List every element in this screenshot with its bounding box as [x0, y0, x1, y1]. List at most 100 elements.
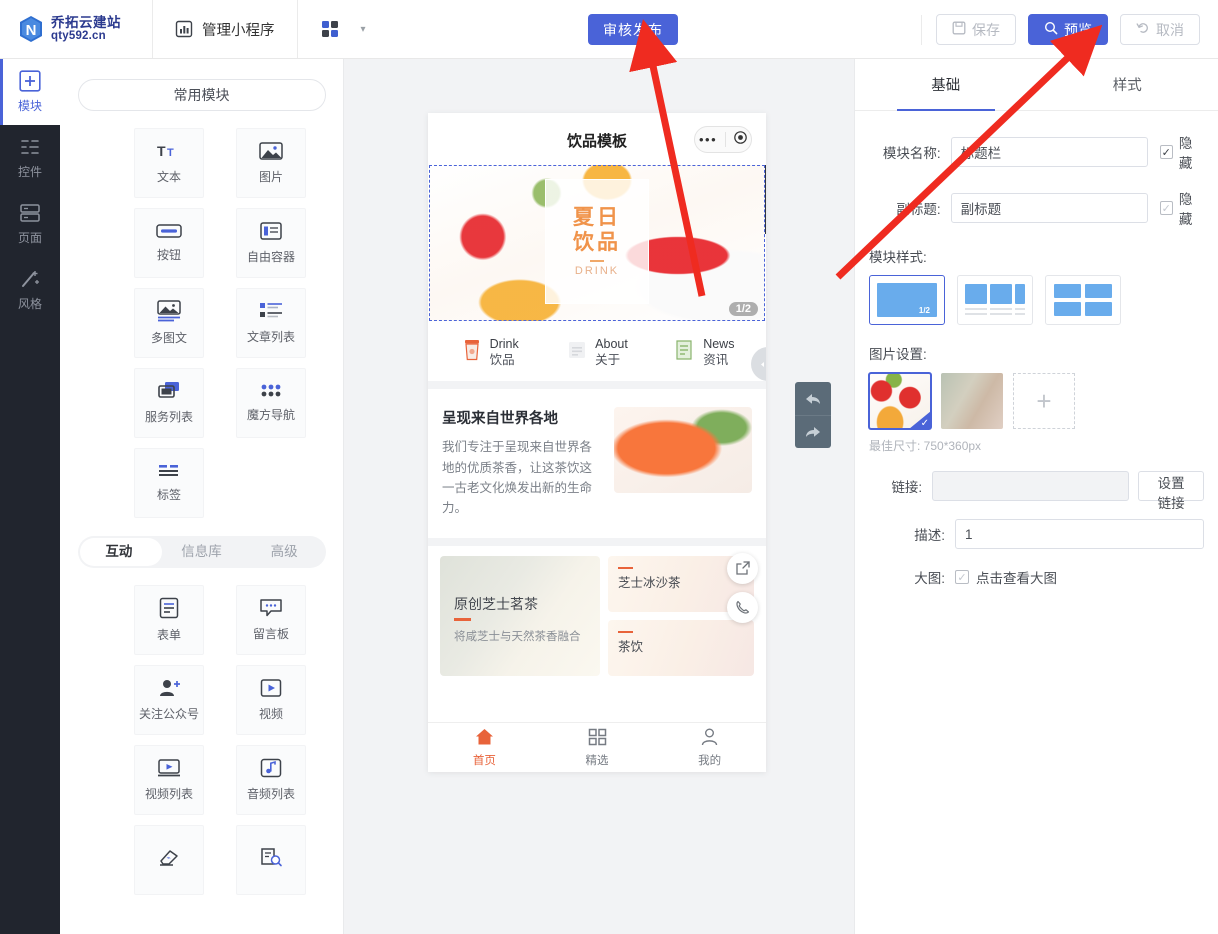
- bigimage-toggle[interactable]: ✓ 点击查看大图: [955, 567, 1057, 587]
- module-label: 视频列表: [144, 787, 193, 801]
- save-button[interactable]: 保存: [936, 14, 1016, 45]
- svg-text:N: N: [26, 22, 37, 39]
- subtitle-hidden-toggle[interactable]: ✓ 隐藏: [1159, 188, 1204, 228]
- product-divider: [618, 631, 633, 634]
- module-text[interactable]: TT 文本: [134, 128, 204, 198]
- add-image-button[interactable]: +: [1013, 373, 1075, 429]
- top-toolbar: N 乔拓云建站 qty592.cn 管理小程序 ▾ 审核发布 保存 预览 取消: [0, 0, 1218, 59]
- product-card-small-2[interactable]: 茶饮: [608, 620, 754, 677]
- module-panel: 常用模块 TT 文本 图片 按钮 自由容器 多图文 文章列表 服务列表 魔方导航…: [60, 59, 344, 934]
- save-icon: [952, 21, 966, 38]
- image-icon: [259, 141, 283, 161]
- phone-header: 饮品模板 •••: [428, 113, 766, 165]
- module-form[interactable]: 表单: [134, 585, 204, 655]
- miniprogram-capsule[interactable]: •••: [694, 126, 752, 153]
- news-icon: [674, 338, 696, 367]
- banner-divider: [590, 259, 604, 262]
- set-link-button[interactable]: 设置链接: [1138, 471, 1204, 511]
- module-button[interactable]: 按钮: [134, 208, 204, 278]
- module-label: 图片: [258, 170, 283, 184]
- module-multi-image-text[interactable]: 多图文: [134, 288, 204, 358]
- grid-nav-icon: [259, 383, 283, 399]
- follow-account-icon: [157, 678, 181, 698]
- module-name-input[interactable]: [950, 137, 1148, 167]
- svg-text:T: T: [157, 143, 166, 159]
- audio-list-icon: [260, 758, 282, 778]
- module-style-label: 模块样式:: [869, 250, 927, 265]
- apps-switcher[interactable]: ▾: [298, 0, 388, 58]
- tab-style[interactable]: 样式: [1037, 59, 1218, 110]
- sidebar-item-modules[interactable]: 模块: [0, 59, 60, 125]
- subtitle-input[interactable]: [950, 193, 1148, 223]
- doc-search-icon: [259, 847, 283, 867]
- product-card-large[interactable]: 原创芝士茗茶 将咸芝士与天然茶香融合: [440, 556, 600, 677]
- plus-square-icon: [19, 70, 41, 92]
- module-eraser[interactable]: ⌁: [134, 825, 204, 895]
- module-label: 文本: [156, 170, 181, 184]
- home-icon: [475, 728, 494, 749]
- cancel-button[interactable]: 取消: [1120, 14, 1200, 45]
- module-tag[interactable]: 标签: [134, 448, 204, 518]
- redo-button[interactable]: [795, 415, 831, 448]
- products-module[interactable]: 原创芝士茗茶 将咸芝士与天然茶香融合 芝士冰沙茶 茶饮: [428, 546, 766, 677]
- nav-drink[interactable]: Drink 饮品: [436, 337, 543, 368]
- share-button[interactable]: [727, 553, 758, 584]
- module-name-hidden-toggle[interactable]: ✓ 隐藏: [1159, 132, 1204, 172]
- tabbar-featured[interactable]: 精选: [541, 723, 654, 772]
- tab-interactive[interactable]: 互动: [78, 536, 161, 568]
- subtitle-label: 副标题:: [896, 202, 941, 217]
- image-thumb-1[interactable]: ✓: [868, 372, 932, 430]
- checkbox-checked-icon-2[interactable]: ✓: [955, 570, 969, 584]
- sidebar-item-widgets[interactable]: 控件: [0, 125, 60, 191]
- tab-advanced[interactable]: 高级: [243, 536, 326, 568]
- apps-grid-icon: [320, 19, 340, 39]
- undo-button[interactable]: [795, 382, 831, 415]
- tabbar-home[interactable]: 首页: [428, 723, 541, 772]
- link-input[interactable]: [932, 471, 1130, 501]
- banner-line2: 饮品: [573, 230, 621, 254]
- module-audio-list[interactable]: 音频列表: [236, 745, 306, 815]
- module-image[interactable]: 图片: [236, 128, 306, 198]
- checkbox-disabled-icon[interactable]: ✓: [1159, 201, 1173, 215]
- checkbox-checked-icon[interactable]: ✓: [1159, 145, 1173, 159]
- module-doc-search[interactable]: [236, 825, 306, 895]
- nav-news[interactable]: News 资讯: [651, 337, 758, 368]
- tab-infobase[interactable]: 信息库: [160, 536, 243, 568]
- manage-miniprogram-button[interactable]: 管理小程序: [153, 0, 297, 58]
- module-service-list[interactable]: 服务列表: [134, 368, 204, 438]
- intro-module[interactable]: 呈现来自世界各地 我们专注于呈现来自世界各地的优质茶香，让这茶饮这一古老文化焕发…: [428, 389, 766, 539]
- style-option-grid[interactable]: [1045, 275, 1121, 325]
- image-thumb-2[interactable]: [941, 373, 1003, 429]
- bigimage-checkbox-label: 点击查看大图: [976, 571, 1057, 586]
- divider-3: [921, 14, 922, 45]
- brand-logo[interactable]: N 乔拓云建站 qty592.cn: [0, 15, 152, 44]
- style-option-single[interactable]: 1/2: [869, 275, 945, 325]
- module-follow-account[interactable]: 关注公众号: [134, 665, 204, 735]
- phone-call-button[interactable]: [727, 592, 758, 623]
- chart-icon: [175, 20, 193, 38]
- sidebar-item-pages[interactable]: 页面: [0, 191, 60, 257]
- tab-basic[interactable]: 基础: [855, 59, 1037, 110]
- svg-text:⌁: ⌁: [167, 855, 171, 862]
- sidebar-label-pages: 页面: [17, 231, 42, 245]
- module-message-board[interactable]: 留言板: [236, 585, 306, 655]
- module-article-list[interactable]: 文章列表: [236, 288, 306, 358]
- nav-label-cn: 饮品: [489, 352, 515, 367]
- sidebar-item-style[interactable]: 风格: [0, 257, 60, 323]
- module-video[interactable]: 视频: [236, 665, 306, 735]
- banner-module[interactable]: 夏日 饮品 DRINK 1/2: [429, 165, 766, 381]
- nav-about[interactable]: About 关于: [543, 337, 650, 368]
- preview-button[interactable]: 预览: [1028, 14, 1108, 45]
- module-grid-nav[interactable]: 魔方导航: [236, 368, 306, 438]
- module-label: 关注公众号: [138, 707, 199, 721]
- nav-label-en: About: [595, 337, 628, 351]
- tabbar-profile[interactable]: 我的: [653, 723, 766, 772]
- publish-button[interactable]: 审核发布: [588, 14, 678, 45]
- style-option-carousel[interactable]: [957, 275, 1033, 325]
- module-video-list[interactable]: 视频列表: [134, 745, 204, 815]
- grid-icon: [588, 728, 607, 749]
- module-container[interactable]: 自由容器: [236, 208, 306, 278]
- description-input[interactable]: [955, 519, 1204, 549]
- module-edit-tools: [765, 165, 766, 234]
- banner-card: 夏日 饮品 DRINK: [545, 179, 649, 304]
